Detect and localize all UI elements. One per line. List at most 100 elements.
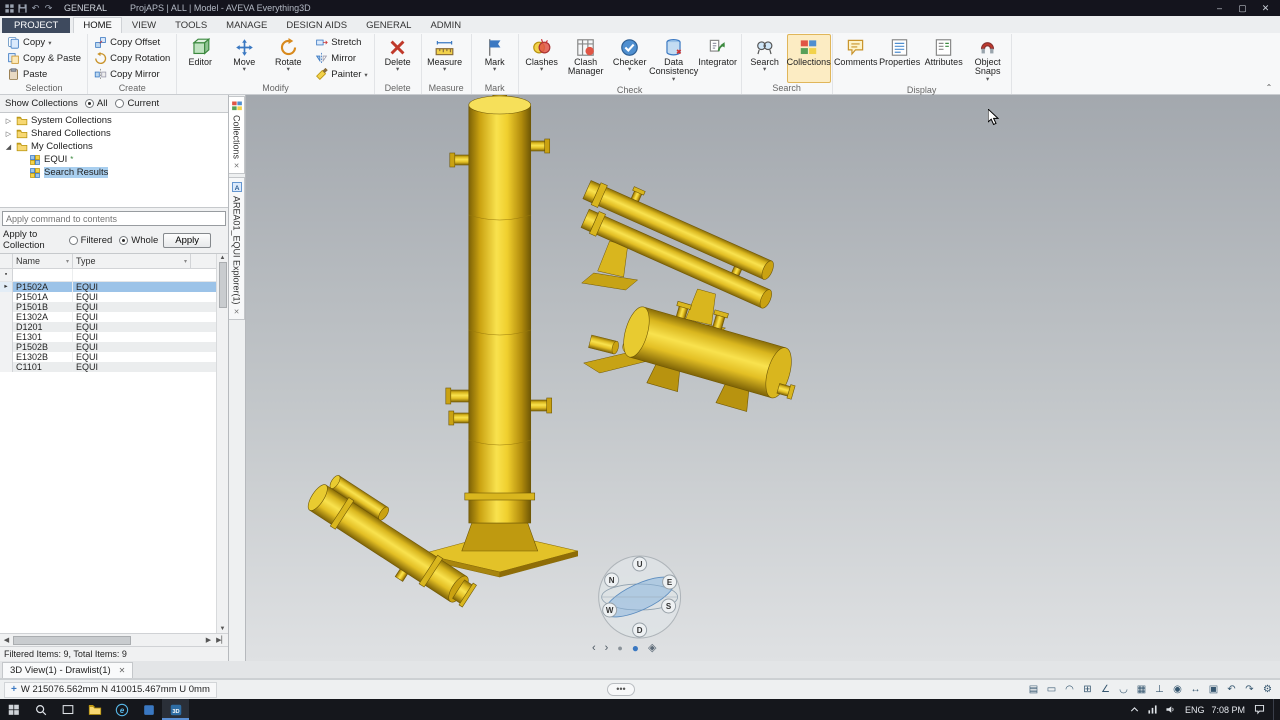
view-settings-icon[interactable]: ▤ [1025,682,1042,698]
clash-manager-button[interactable]: Clash Manager [564,34,608,85]
compass-west[interactable]: W [602,602,618,618]
scroll-up-icon[interactable]: ▲ [220,255,226,261]
apply-to-radio[interactable] [68,235,78,245]
pan-icon[interactable]: ↔ [1187,682,1204,698]
scroll-left-icon[interactable]: ◀ [0,636,13,644]
collections-button[interactable]: Collections [787,34,831,83]
redo-icon[interactable]: ↷ [42,2,55,15]
compass-up[interactable]: U [632,556,648,572]
compass-down[interactable]: D [632,622,648,638]
close-tab-icon[interactable]: ✕ [234,162,240,170]
ribbon-tab-project[interactable]: PROJECT [2,18,71,33]
equipment-column[interactable] [421,95,578,578]
view-compass[interactable]: U N E W S D [598,555,682,639]
collapsed-twisty-icon[interactable]: ▷ [4,117,13,125]
apply-to-radio[interactable] [119,235,129,245]
settings-icon[interactable]: ⚙ [1259,682,1276,698]
editor-button[interactable]: Editor [178,34,222,83]
search-button[interactable] [27,699,54,720]
scroll-down-icon[interactable]: ▼ [220,626,226,632]
file-explorer-button[interactable] [81,699,108,720]
clock[interactable]: 7:08 PM [1211,705,1245,715]
search-button[interactable]: Search ▾ [743,34,787,83]
ribbon-tab-manage[interactable]: MANAGE [217,18,276,33]
scroll-page-right-icon[interactable]: ▶▏ [215,636,228,644]
messages-bubble[interactable]: ••• [607,683,635,696]
copy-mirror-button[interactable]: Copy Mirror [91,67,173,82]
axes-icon[interactable]: ⊥ [1151,682,1168,698]
show-collections-radio[interactable] [84,99,94,108]
quick-access-menu[interactable]: GENERAL [60,3,111,13]
show-collections-option-all[interactable]: All [84,98,107,109]
paste-button[interactable]: Paste [4,67,84,82]
side-tab-collections[interactable]: Collections ✕ [229,96,245,175]
apply-button[interactable]: Apply [163,232,211,248]
scroll-right-icon[interactable]: ▶ [202,636,215,644]
collapse-ribbon-button[interactable]: ⌃ [1262,83,1276,92]
protractor-icon[interactable]: ◠ [1061,682,1078,698]
minimize-button[interactable]: – [1208,0,1231,16]
stretch-button[interactable]: Stretch [312,35,370,50]
table-row-d1201[interactable]: D1201 EQUI [0,322,228,332]
network-icon[interactable] [1146,703,1160,717]
ribbon-tab-tools[interactable]: TOOLS [166,18,216,33]
filter-cell-name[interactable] [13,269,73,281]
column-filter-icon[interactable]: ▾ [184,258,187,265]
equipment-exchanger-bottom[interactable] [300,469,486,616]
ribbon-tab-home[interactable]: HOME [73,17,122,33]
scroll-thumb[interactable] [218,262,227,308]
delete-button[interactable]: Delete ▾ [376,34,420,83]
next-view-icon[interactable]: ↷ [1241,682,1258,698]
tree-item-search-results[interactable]: Search Results [0,166,228,179]
ruler-icon[interactable]: ▭ [1043,682,1060,698]
iso-view-icon[interactable]: ◈ [648,642,656,654]
ribbon-tab-admin[interactable]: ADMIN [421,18,470,33]
measure-button[interactable]: Measure ▾ [423,34,467,83]
attributes-button[interactable]: Attributes [922,34,966,85]
copy-button[interactable]: Copy ▾ [4,35,84,50]
orbit-view-icon[interactable]: ● [632,642,639,654]
maximize-button[interactable]: ▢ [1231,0,1254,16]
tree-item-system-collections[interactable]: ▷ System Collections [0,114,228,127]
mirror-button[interactable]: Mirror [312,51,370,66]
copy-paste-button[interactable]: Copy & Paste [4,51,84,66]
orbit-icon[interactable]: ◉ [1169,682,1186,698]
view-forward-icon[interactable]: › [605,642,609,654]
compass-east[interactable]: E [662,574,678,590]
aveva-e3d-button[interactable]: 3D [162,699,189,720]
column-header-name[interactable]: Name ▾ [13,254,73,268]
grid-vertical-scrollbar[interactable]: ▲ ▼ [216,254,228,633]
undo-icon[interactable]: ↶ [29,2,42,15]
snap-angle-icon[interactable]: ∠ [1097,682,1114,698]
rotate-button[interactable]: Rotate ▾ [266,34,310,83]
zoom-window-icon[interactable]: ▣ [1205,682,1222,698]
ribbon-tab-general[interactable]: GENERAL [357,18,420,33]
task-view-button[interactable] [54,699,81,720]
save-icon[interactable] [16,2,29,15]
data-consistency-button[interactable]: Data Consistency ▾ [649,34,698,85]
table-row-e1302a[interactable]: E1302A EQUI [0,312,228,322]
tree-item-my-collections[interactable]: ◢ My Collections [0,140,228,153]
view-tab-3d-view[interactable]: 3D View(1) - Drawlist(1) ✕ [2,662,134,678]
expanded-twisty-icon[interactable]: ◢ [4,143,13,151]
integrator-button[interactable]: Integrator [696,34,740,85]
table-row-p1502b[interactable]: P1502B EQUI [0,342,228,352]
table-row-c1101[interactable]: C1101 EQUI [0,362,228,372]
comments-button[interactable]: Comments [834,34,878,85]
table-row-e1302b[interactable]: E1302B EQUI [0,352,228,362]
view-back-icon[interactable]: ‹ [592,642,596,654]
object-snaps-button[interactable]: Object Snaps ▾ [966,34,1010,85]
side-tab-area01-equi-explorer-1[interactable]: A AREA01_EQUI Explorer(1) ✕ [229,177,245,320]
clashes-button[interactable]: Clashes ▾ [520,34,564,85]
move-button[interactable]: Move ▾ [222,34,266,83]
column-filter-icon[interactable]: ▾ [66,258,69,265]
mark-button[interactable]: Mark ▾ [473,34,517,83]
copy-rotation-button[interactable]: Copy Rotation [91,51,173,66]
scroll-thumb[interactable] [13,635,131,645]
chevron-up-icon[interactable] [1128,703,1142,717]
show-collections-radio[interactable] [115,99,125,108]
grid-horizontal-scrollbar[interactable]: ◀ ▶ ▶▏ [0,633,228,646]
close-view-icon[interactable]: ✕ [119,666,126,675]
equipment-exchangers[interactable] [571,170,790,312]
table-row-p1502a[interactable]: ▸ P1502A EQUI [0,282,228,292]
